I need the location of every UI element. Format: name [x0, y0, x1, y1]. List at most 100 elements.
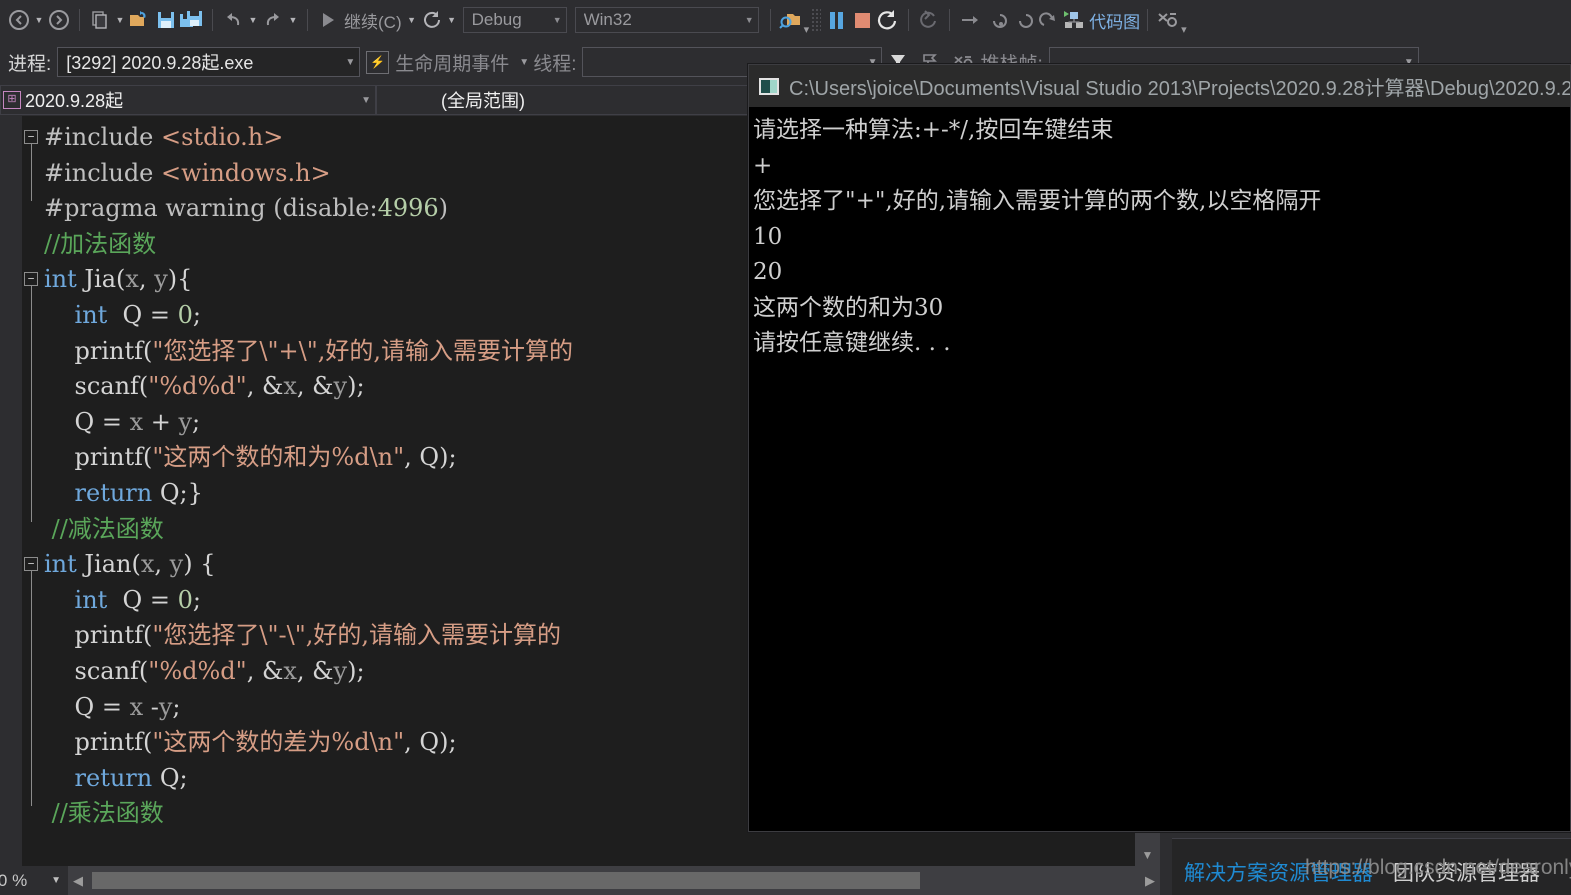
lifecycle-events-icon[interactable]: ⚡: [360, 50, 395, 74]
code-line[interactable]: //减法函数: [22, 512, 573, 548]
code-line[interactable]: int Q = 0;: [22, 298, 573, 334]
code-token: "这两个数的差为%d\n": [152, 728, 405, 757]
redo-dropdown-icon[interactable]: ▼: [286, 5, 300, 35]
platform-combo[interactable]: Win32 ▼: [574, 7, 759, 33]
code-line[interactable]: − #include <stdio.h>: [22, 120, 573, 156]
code-line[interactable]: int Q = 0;: [22, 583, 573, 619]
restart-debug-icon[interactable]: [875, 5, 901, 35]
console-title-text: C:\Users\joice\Documents\Visual Studio 2…: [789, 77, 1570, 100]
code-token: y: [178, 407, 193, 436]
redo-icon[interactable]: [260, 5, 286, 35]
code-token: ,: [154, 550, 170, 579]
code-line[interactable]: //加法函数: [22, 227, 573, 263]
code-line[interactable]: //乘法函数: [22, 796, 573, 832]
code-token: "%d%d": [148, 656, 247, 685]
undo-dropdown-icon[interactable]: ▼: [246, 5, 260, 35]
back-arrow-icon[interactable]: [6, 5, 32, 35]
code-line[interactable]: − int Jia(x, y){: [22, 262, 573, 298]
lifecycle-label[interactable]: 生命周期事件: [395, 49, 515, 76]
console-window[interactable]: C:\Users\joice\Documents\Visual Studio 2…: [748, 64, 1571, 832]
code-line[interactable]: − int Jian(x, y) {: [22, 547, 573, 583]
code-line[interactable]: #pragma warning (disable:4996): [22, 191, 573, 227]
file-scope-combo[interactable]: ⊞ 2020.9.28起 ▼: [0, 85, 376, 115]
continue-dropdown-icon[interactable]: ▼: [405, 5, 419, 35]
code-line[interactable]: printf("这两个数的和为%d\n", Q);: [22, 440, 573, 476]
zoom-level-combo[interactable]: 100 % ▼: [0, 866, 68, 895]
code-token: return: [74, 763, 160, 792]
open-file-icon[interactable]: [127, 5, 153, 35]
code-lines[interactable]: − #include <stdio.h> #include <windows.h> #…: [22, 120, 573, 832]
fold-collapse-icon[interactable]: −: [24, 272, 38, 287]
code-token: );: [347, 372, 365, 401]
new-item-dropdown-icon[interactable]: ▼: [113, 5, 127, 35]
code-line[interactable]: scanf("%d%d", &x, &y);: [22, 369, 573, 405]
scroll-right-icon[interactable]: ▶: [1140, 873, 1160, 889]
forward-arrow-icon[interactable]: [46, 5, 72, 35]
toolbar-overflow-icon[interactable]: ▾: [1181, 23, 1187, 40]
new-item-icon[interactable]: [87, 5, 113, 35]
code-map-icon[interactable]: [1061, 5, 1087, 35]
find-in-files-icon[interactable]: [778, 5, 804, 35]
pause-icon[interactable]: [823, 5, 849, 35]
continue-play-icon[interactable]: [315, 5, 341, 35]
toolbar-separator: [79, 9, 80, 31]
code-line[interactable]: scanf("%d%d", &x, &y);: [22, 654, 573, 690]
scroll-left-icon[interactable]: ◀: [68, 873, 88, 889]
fold-collapse-icon[interactable]: −: [24, 557, 38, 572]
fold-collapse-icon[interactable]: −: [24, 130, 38, 144]
code-token: ;: [192, 585, 201, 614]
chevron-down-icon: ▼: [552, 15, 562, 25]
restart-icon[interactable]: [419, 5, 445, 35]
breakpoint-margin[interactable]: [0, 116, 22, 866]
console-line: 20: [753, 259, 783, 285]
console-line: 10: [753, 223, 783, 250]
continue-button-label[interactable]: 继续(C): [341, 8, 405, 33]
code-line[interactable]: printf("您选择了\"-\",好的,请输入需要计算的: [22, 618, 573, 654]
toolbar-drag-handle[interactable]: [811, 8, 822, 32]
step-out-icon[interactable]: [1009, 5, 1035, 35]
step-next-icon[interactable]: [1035, 5, 1061, 35]
find-overflow-icon[interactable]: ▾: [804, 23, 810, 40]
save-icon[interactable]: [153, 5, 179, 35]
platform-value: Win32: [583, 10, 632, 29]
stop-icon[interactable]: [849, 5, 875, 35]
undo-icon[interactable]: [220, 5, 246, 35]
step-over-icon[interactable]: [957, 5, 983, 35]
code-line[interactable]: return Q;: [22, 761, 573, 797]
code-token: y: [154, 265, 168, 294]
back-dropdown-icon[interactable]: ▼: [32, 5, 46, 35]
code-map-label[interactable]: 代码图: [1087, 8, 1140, 33]
save-all-icon[interactable]: [179, 5, 205, 35]
code-token: 0: [177, 300, 193, 329]
code-line[interactable]: printf("这两个数的差为%d\n", Q);: [22, 725, 573, 761]
code-token: , Q);: [404, 728, 457, 757]
editor-horizontal-scrollbar[interactable]: 100 % ▼ ◀ ▶: [0, 866, 1160, 895]
scroll-down-icon[interactable]: ▼: [1135, 844, 1160, 866]
horizontal-scroll-thumb[interactable]: [92, 872, 920, 889]
code-line[interactable]: Q = x -y;: [22, 690, 573, 726]
process-combo[interactable]: [3292] 2020.9.28起.exe ▼: [57, 47, 361, 77]
code-token: int: [74, 300, 115, 329]
lifecycle-dropdown-icon[interactable]: ▼: [515, 57, 533, 68]
code-token: //减法函数: [44, 514, 164, 543]
process-value: [3292] 2020.9.28起.exe: [66, 53, 254, 73]
code-token: printf(: [44, 443, 153, 472]
code-line[interactable]: return Q;}: [22, 476, 573, 512]
chevron-down-icon: ▼: [744, 15, 754, 25]
horizontal-scroll-track[interactable]: [88, 866, 1140, 895]
configuration-combo[interactable]: Debug ▼: [462, 7, 567, 33]
code-line[interactable]: printf("您选择了\"+\",好的,请输入需要计算的: [22, 334, 574, 370]
console-title-bar[interactable]: C:\Users\joice\Documents\Visual Studio 2…: [749, 65, 1570, 107]
code-line[interactable]: Q = x + y;: [22, 405, 573, 441]
toolbar-separator: [307, 9, 308, 31]
threads-icon[interactable]: [1155, 5, 1181, 35]
code-token: Q =: [114, 300, 178, 329]
step-into-icon[interactable]: [983, 5, 1009, 35]
code-token: Q =: [114, 585, 178, 614]
restart-dropdown-icon[interactable]: ▼: [445, 5, 459, 35]
code-line[interactable]: #include <windows.h>: [22, 156, 573, 192]
code-token: x: [140, 550, 155, 579]
hot-reload-icon[interactable]: [916, 5, 942, 35]
console-output[interactable]: 请选择一种算法:+-*/,按回车键结束 + 您选择了"+",好的,请输入需要计算的两…: [749, 107, 1570, 362]
